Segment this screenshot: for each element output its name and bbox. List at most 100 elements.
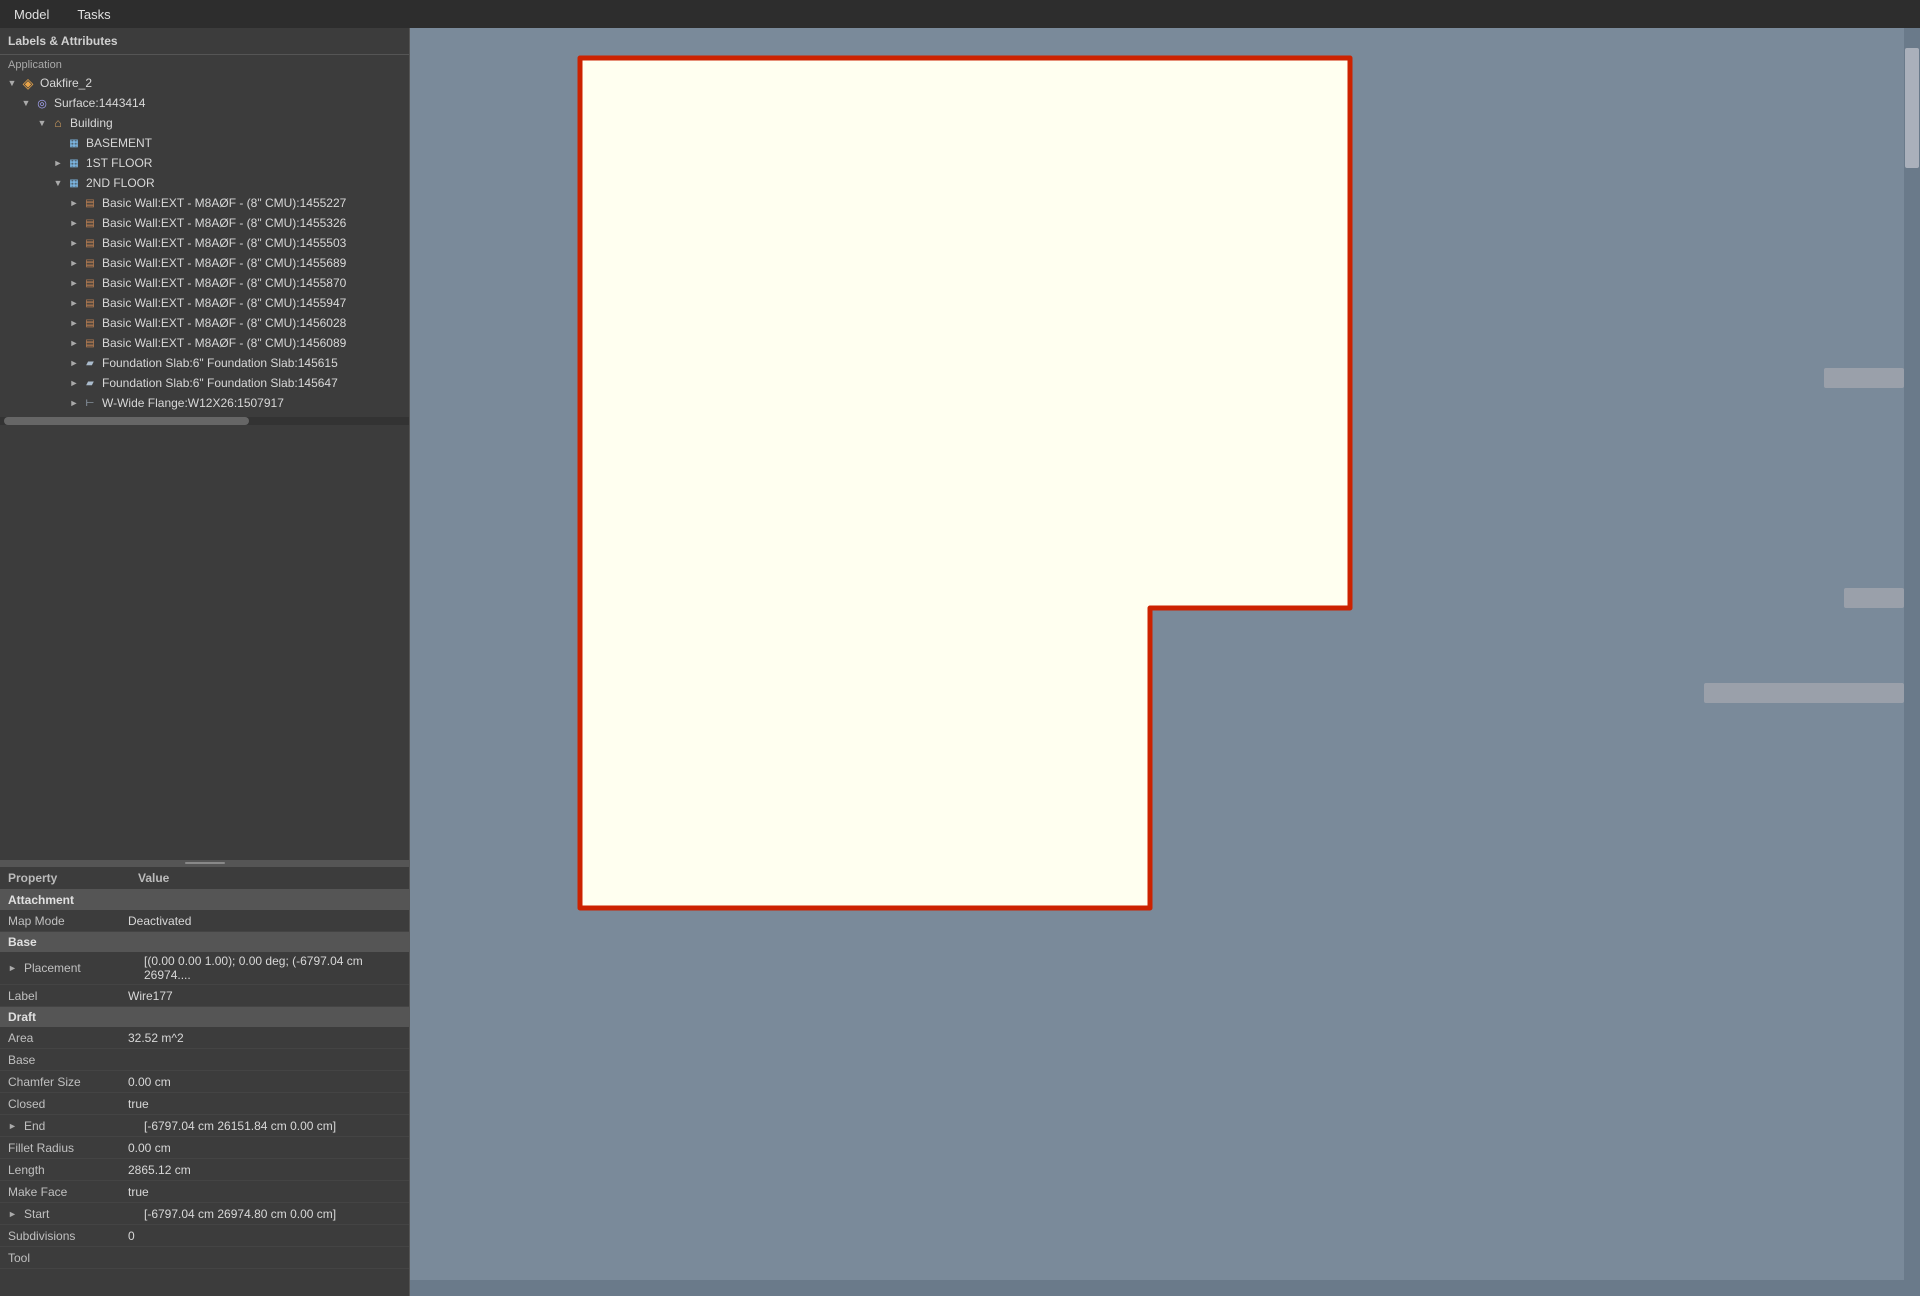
wall-icon-5: ▤ [82, 275, 98, 291]
prop-row-length[interactable]: Length 2865.12 cm [0, 1159, 409, 1181]
tree-item-basement[interactable]: ▦ BASEMENT [0, 133, 409, 153]
building-icon: ⌂ [50, 115, 66, 131]
prop-row-start[interactable]: ► Start [-6797.04 cm 26974.80 cm 0.00 cm… [0, 1203, 409, 1225]
tree-label-slab1: Foundation Slab:6" Foundation Slab:14561… [102, 356, 338, 370]
tree-label-2ndfloor: 2ND FLOOR [86, 176, 155, 190]
gray-bar-2 [1844, 588, 1904, 608]
tree-label-surface: Surface:1443414 [54, 96, 145, 110]
prop-row-placement[interactable]: ► Placement [(0.00 0.00 1.00); 0.00 deg;… [0, 952, 409, 985]
arrow-icon-slab2 [68, 377, 80, 389]
prop-name-area: Area [8, 1031, 128, 1045]
prop-name-subdivisions: Subdivisions [8, 1229, 128, 1243]
tree-label-basement: BASEMENT [86, 136, 152, 150]
floor-icon-basement: ▦ [66, 135, 82, 151]
arrow-icon-oakfire [6, 77, 18, 89]
arrow-icon-wall1 [68, 197, 80, 209]
prop-name-base: Base [8, 1053, 128, 1067]
tree-item-1stfloor[interactable]: ▦ 1ST FLOOR [0, 153, 409, 173]
project-icon: ◈ [20, 75, 36, 91]
prop-row-chamfer[interactable]: Chamfer Size 0.00 cm [0, 1071, 409, 1093]
viewport-scrollbar-horizontal[interactable] [410, 1280, 1904, 1296]
tree-label-wall6: Basic Wall:EXT - M8AØF - (8" CMU):145594… [102, 296, 346, 310]
prop-value-label: Wire177 [128, 989, 401, 1003]
tree-item-building[interactable]: ⌂ Building [0, 113, 409, 133]
prop-row-base[interactable]: Base [0, 1049, 409, 1071]
tree-item-beam1[interactable]: ⊢ W-Wide Flange:W12X26:1507917 [0, 393, 409, 413]
tree-item-wall2[interactable]: ▤ Basic Wall:EXT - M8AØF - (8" CMU):1455… [0, 213, 409, 233]
prop-col-value: Value [138, 871, 169, 885]
prop-arrow-placement: ► [8, 963, 20, 973]
arrow-icon-wall3 [68, 237, 80, 249]
tree-panel[interactable]: Labels & Attributes Application ◈ Oakfir… [0, 28, 409, 860]
prop-name-placement: Placement [24, 961, 144, 975]
left-panel: Labels & Attributes Application ◈ Oakfir… [0, 28, 410, 1296]
prop-value-closed: true [128, 1097, 401, 1111]
tree-item-slab1[interactable]: ▰ Foundation Slab:6" Foundation Slab:145… [0, 353, 409, 373]
tree-item-wall7[interactable]: ▤ Basic Wall:EXT - M8AØF - (8" CMU):1456… [0, 313, 409, 333]
arrow-icon-surface [20, 97, 32, 109]
prop-name-chamfer: Chamfer Size [8, 1075, 128, 1089]
wall-icon-4: ▤ [82, 255, 98, 271]
arrow-icon-slab1 [68, 357, 80, 369]
prop-name-closed: Closed [8, 1097, 128, 1111]
tree-item-wall6[interactable]: ▤ Basic Wall:EXT - M8AØF - (8" CMU):1455… [0, 293, 409, 313]
prop-row-end[interactable]: ► End [-6797.04 cm 26151.84 cm 0.00 cm] [0, 1115, 409, 1137]
surface-icon: ◎ [34, 95, 50, 111]
prop-value-subdivisions: 0 [128, 1229, 401, 1243]
tree-label-wall5: Basic Wall:EXT - M8AØF - (8" CMU):145587… [102, 276, 346, 290]
prop-row-label[interactable]: Label Wire177 [0, 985, 409, 1007]
prop-row-closed[interactable]: Closed true [0, 1093, 409, 1115]
prop-name-mapmode: Map Mode [8, 914, 128, 928]
properties-header-row: Property Value [0, 866, 409, 890]
viewport-scrollbar-vertical[interactable] [1904, 28, 1920, 1296]
tree-item-wall3[interactable]: ▤ Basic Wall:EXT - M8AØF - (8" CMU):1455… [0, 233, 409, 253]
prop-value-area: 32.52 m^2 [128, 1031, 401, 1045]
menu-tasks[interactable]: Tasks [71, 5, 116, 24]
floor-plan [570, 48, 1390, 918]
wall-icon-7: ▤ [82, 315, 98, 331]
tree-item-wall4[interactable]: ▤ Basic Wall:EXT - M8AØF - (8" CMU):1455… [0, 253, 409, 273]
tree-label-slab2: Foundation Slab:6" Foundation Slab:14564… [102, 376, 338, 390]
floor-icon-1st: ▦ [66, 155, 82, 171]
prop-row-makeface[interactable]: Make Face true [0, 1181, 409, 1203]
arrow-icon-wall7 [68, 317, 80, 329]
prop-row-mapmode[interactable]: Map Mode Deactivated [0, 910, 409, 932]
prop-value-start: [-6797.04 cm 26974.80 cm 0.00 cm] [144, 1207, 401, 1221]
scrollbar-thumb-vertical[interactable] [1905, 48, 1919, 168]
arrow-icon-2ndfloor [52, 177, 64, 189]
prop-group-draft: Draft [0, 1007, 409, 1027]
prop-name-label: Label [8, 989, 128, 1003]
tree-item-surface[interactable]: ◎ Surface:1443414 [0, 93, 409, 113]
prop-row-subdivisions[interactable]: Subdivisions 0 [0, 1225, 409, 1247]
tree-item-wall1[interactable]: ▤ Basic Wall:EXT - M8AØF - (8" CMU):1455… [0, 193, 409, 213]
tree-label-oakfire: Oakfire_2 [40, 76, 92, 90]
prop-value-end: [-6797.04 cm 26151.84 cm 0.00 cm] [144, 1119, 401, 1133]
prop-group-base: Base [0, 932, 409, 952]
wall-icon-3: ▤ [82, 235, 98, 251]
main-area: Labels & Attributes Application ◈ Oakfir… [0, 28, 1920, 1296]
tree-item-2ndfloor[interactable]: ▦ 2ND FLOOR [0, 173, 409, 193]
prop-value-fillet: 0.00 cm [128, 1141, 401, 1155]
prop-row-area[interactable]: Area 32.52 m^2 [0, 1027, 409, 1049]
menu-model[interactable]: Model [8, 5, 55, 24]
viewport[interactable] [410, 28, 1920, 1296]
tree-item-slab2[interactable]: ▰ Foundation Slab:6" Foundation Slab:145… [0, 373, 409, 393]
tree-item-wall8[interactable]: ▤ Basic Wall:EXT - M8AØF - (8" CMU):1456… [0, 333, 409, 353]
prop-row-tool[interactable]: Tool [0, 1247, 409, 1269]
tree-item-wall5[interactable]: ▤ Basic Wall:EXT - M8AØF - (8" CMU):1455… [0, 273, 409, 293]
wall-icon-1: ▤ [82, 195, 98, 211]
wall-icon-2: ▤ [82, 215, 98, 231]
prop-value-length: 2865.12 cm [128, 1163, 401, 1177]
prop-name-end: End [24, 1119, 144, 1133]
prop-name-fillet: Fillet Radius [8, 1141, 128, 1155]
tree-label-wall3: Basic Wall:EXT - M8AØF - (8" CMU):145550… [102, 236, 346, 250]
tree-item-oakfire[interactable]: ◈ Oakfire_2 [0, 73, 409, 93]
arrow-icon-wall2 [68, 217, 80, 229]
slab-icon-1: ▰ [82, 355, 98, 371]
gray-bar-3 [1704, 683, 1904, 703]
section-label: Application [0, 55, 409, 73]
prop-row-fillet[interactable]: Fillet Radius 0.00 cm [0, 1137, 409, 1159]
prop-arrow-start: ► [8, 1209, 20, 1219]
prop-group-attachment: Attachment [0, 890, 409, 910]
prop-value-mapmode: Deactivated [128, 914, 401, 928]
